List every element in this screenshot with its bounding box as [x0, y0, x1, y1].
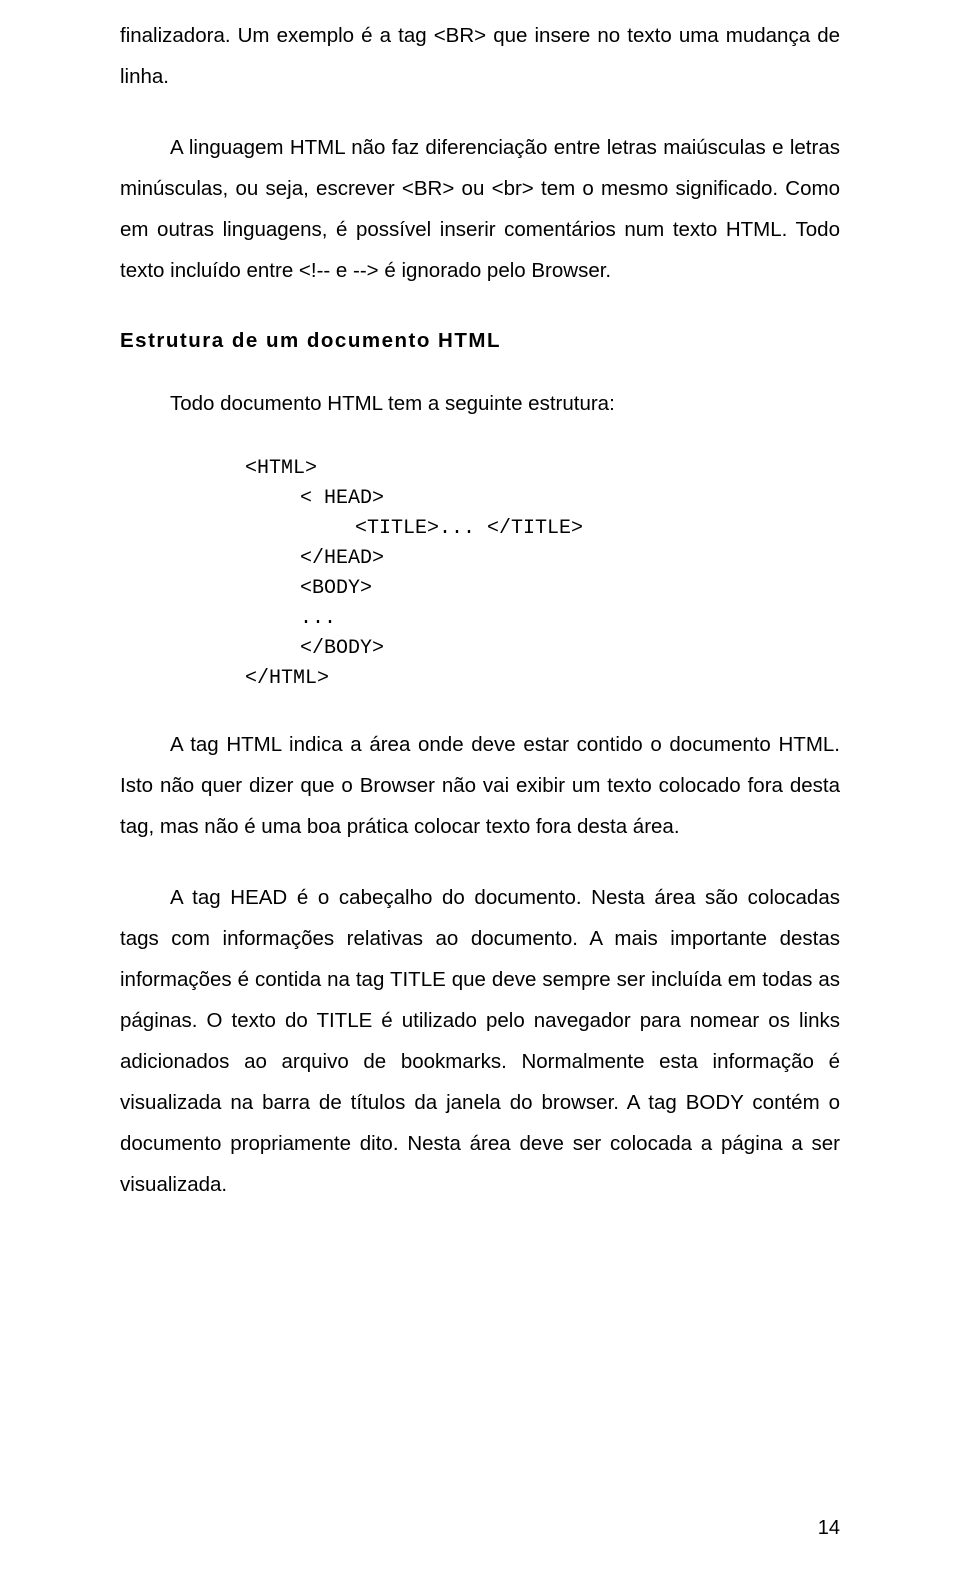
code-line: <HTML> [245, 457, 317, 480]
code-line: <BODY> [245, 574, 372, 604]
paragraph-1: finalizadora. Um exemplo é a tag <BR> qu… [120, 15, 840, 97]
code-line: </HEAD> [245, 544, 384, 574]
page-number: 14 [818, 1517, 840, 1540]
paragraph-4: A tag HTML indica a área onde deve estar… [120, 724, 840, 847]
document-page: finalizadora. Um exemplo é a tag <BR> qu… [0, 0, 960, 1570]
paragraph-5: A tag HEAD é o cabeçalho do documento. N… [120, 877, 840, 1205]
paragraph-2: A linguagem HTML não faz diferenciação e… [120, 127, 840, 291]
code-line: </BODY> [245, 634, 384, 664]
code-line: <TITLE>... </TITLE> [245, 514, 583, 544]
code-line: </HTML> [245, 667, 329, 690]
code-line: < HEAD> [245, 484, 384, 514]
paragraph-3: Todo documento HTML tem a seguinte estru… [120, 383, 840, 424]
code-line: ... [245, 604, 336, 634]
section-heading: Estrutura de um documento HTML [120, 329, 840, 353]
code-block: <HTML> < HEAD> <TITLE>... </TITLE> </HEA… [245, 454, 840, 694]
